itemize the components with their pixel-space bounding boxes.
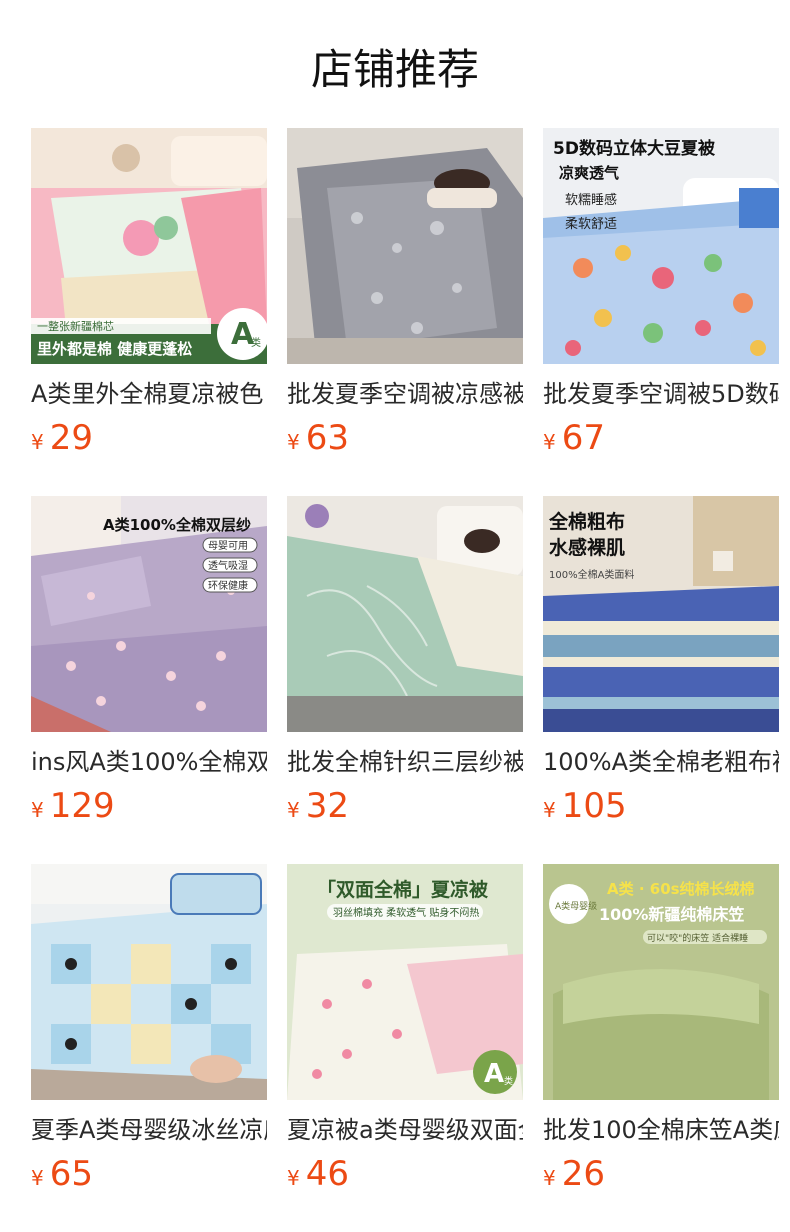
product-name[interactable]: ins风A类100%全棉双层 <box>31 746 267 778</box>
product-badge: A类母婴级 <box>555 900 597 912</box>
product-card[interactable]: 5D数码立体大豆夏被 凉爽透气 软糯睡感 柔软舒适 批发夏季空调被5D数码 ¥6… <box>543 128 779 458</box>
price-value: 46 <box>305 1154 349 1194</box>
product-price: ¥129 <box>31 786 267 826</box>
product-overlay-line1: A类100%全棉双层纱 <box>103 516 251 534</box>
price-value: 63 <box>305 418 349 458</box>
product-image[interactable]: A类100%全棉双层纱 母婴可用 透气吸湿 环保健康 <box>31 496 267 732</box>
product-name[interactable]: 批发夏季空调被凉感被 <box>287 378 523 410</box>
price-value: 129 <box>49 786 115 826</box>
product-price: ¥105 <box>543 786 779 826</box>
price-value: 29 <box>49 418 93 458</box>
product-card[interactable]: A类100%全棉双层纱 母婴可用 透气吸湿 环保健康 ins风A类100%全棉双… <box>31 496 267 826</box>
product-price: ¥65 <box>31 1154 267 1194</box>
product-overlay-line1: 「双面全棉」夏凉被 <box>317 878 488 901</box>
product-overlay-line1: 一整张新疆棉芯 <box>37 319 114 333</box>
product-image[interactable] <box>31 864 267 1100</box>
product-image[interactable]: A 类 「双面全棉」夏凉被 羽丝棉填充 柔软透气 贴身不闷热 <box>287 864 523 1100</box>
product-badge-sub: 类 <box>504 1075 513 1087</box>
product-card[interactable]: 夏季A类母婴级冰丝凉席 ¥65 <box>31 864 267 1194</box>
product-tag2: 透气吸湿 <box>208 559 248 572</box>
product-price: ¥46 <box>287 1154 523 1194</box>
product-overlay-line2: 凉爽透气 <box>559 164 619 182</box>
product-tag1: 母婴可用 <box>208 540 248 552</box>
product-overlay-line2: 100%新疆纯棉床笠 <box>599 905 744 924</box>
product-overlay-line2: 水感裸肌 <box>549 536 625 559</box>
product-image[interactable] <box>287 496 523 732</box>
product-card[interactable]: A 类 一整张新疆棉芯 里外都是棉 健康更蓬松 A类里外全棉夏凉被色 ¥29 <box>31 128 267 458</box>
price-value: 32 <box>305 786 349 826</box>
product-card[interactable]: 全棉粗布 水感裸肌 100%全棉A类面料 100%A类全棉老粗布被 ¥105 <box>543 496 779 826</box>
currency-symbol: ¥ <box>543 430 556 454</box>
product-overlay-line3: 100%全棉A类面料 <box>549 568 634 581</box>
price-value: 65 <box>49 1154 93 1194</box>
product-name[interactable]: 100%A类全棉老粗布被 <box>543 746 779 778</box>
product-overlay-line1: A类 · 60s纯棉长绒棉 <box>607 880 755 898</box>
currency-symbol: ¥ <box>31 798 44 822</box>
product-badge-sub: 类 <box>251 336 261 349</box>
price-value: 105 <box>561 786 627 826</box>
product-name[interactable]: 夏季A类母婴级冰丝凉席 <box>31 1114 267 1146</box>
product-overlay-line2: 羽丝棉填充 柔软透气 贴身不闷热 <box>333 906 479 919</box>
product-image[interactable]: 5D数码立体大豆夏被 凉爽透气 软糯睡感 柔软舒适 <box>543 128 779 364</box>
product-card[interactable]: 批发夏季空调被凉感被 ¥63 <box>287 128 523 458</box>
currency-symbol: ¥ <box>543 798 556 822</box>
product-name[interactable]: 批发100全棉床笠A类床 <box>543 1114 779 1146</box>
product-name[interactable]: 批发夏季空调被5D数码 <box>543 378 779 410</box>
product-overlay-line3: 可以"咬"的床笠 适合裸睡 <box>647 932 748 944</box>
product-image[interactable]: A 类 一整张新疆棉芯 里外都是棉 健康更蓬松 <box>31 128 267 364</box>
product-overlay-line1: 5D数码立体大豆夏被 <box>553 138 715 159</box>
currency-symbol: ¥ <box>287 1166 300 1190</box>
price-value: 26 <box>561 1154 605 1194</box>
product-overlay-line3: 软糯睡感 <box>565 192 617 208</box>
currency-symbol: ¥ <box>287 430 300 454</box>
product-card[interactable]: A类母婴级 A类 · 60s纯棉长绒棉 100%新疆纯棉床笠 可以"咬"的床笠 … <box>543 864 779 1194</box>
product-name[interactable]: 批发全棉针织三层纱被 <box>287 746 523 778</box>
product-tag3: 环保健康 <box>208 579 248 592</box>
currency-symbol: ¥ <box>31 1166 44 1190</box>
product-image[interactable]: A类母婴级 A类 · 60s纯棉长绒棉 100%新疆纯棉床笠 可以"咬"的床笠 … <box>543 864 779 1100</box>
product-price: ¥26 <box>543 1154 779 1194</box>
product-card[interactable]: A 类 「双面全棉」夏凉被 羽丝棉填充 柔软透气 贴身不闷热 夏凉被a类母婴级双… <box>287 864 523 1194</box>
product-overlay-line4: 柔软舒适 <box>565 217 617 232</box>
product-price: ¥29 <box>31 418 267 458</box>
currency-symbol: ¥ <box>287 798 300 822</box>
product-image[interactable] <box>287 128 523 364</box>
product-price: ¥67 <box>543 418 779 458</box>
product-badge: A <box>484 1059 504 1089</box>
product-price: ¥32 <box>287 786 523 826</box>
currency-symbol: ¥ <box>543 1166 556 1190</box>
price-value: 67 <box>561 418 605 458</box>
product-name[interactable]: 夏凉被a类母婴级双面全 <box>287 1114 523 1146</box>
product-overlay-line1: 全棉粗布 <box>548 510 625 533</box>
page-title: 店铺推荐 <box>310 45 479 94</box>
product-card[interactable]: 批发全棉针织三层纱被 ¥32 <box>287 496 523 826</box>
product-name[interactable]: A类里外全棉夏凉被色 <box>31 378 267 410</box>
product-image[interactable]: 全棉粗布 水感裸肌 100%全棉A类面料 <box>543 496 779 732</box>
product-overlay-line2: 里外都是棉 健康更蓬松 <box>37 340 192 358</box>
currency-symbol: ¥ <box>31 430 44 454</box>
product-price: ¥63 <box>287 418 523 458</box>
